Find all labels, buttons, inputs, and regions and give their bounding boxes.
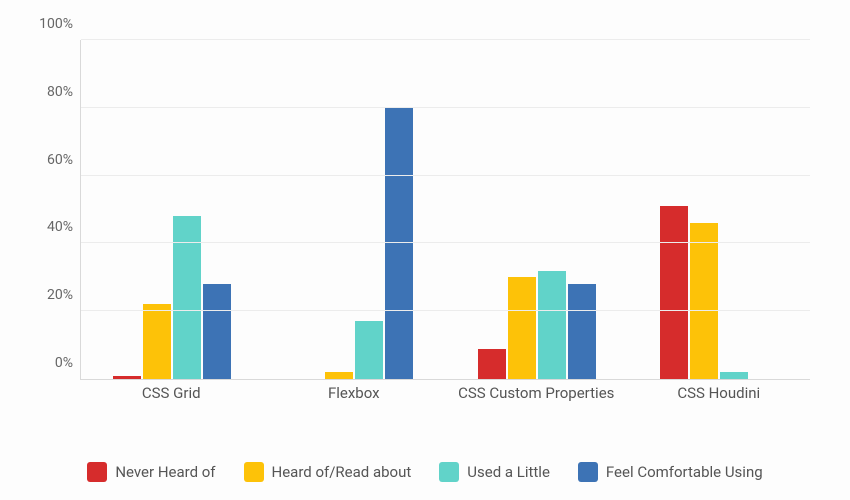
y-tick-label: 20% <box>29 287 73 303</box>
legend-item: Feel Comfortable Using <box>578 462 763 482</box>
bar <box>538 271 566 379</box>
bar <box>508 277 536 379</box>
bar <box>355 321 383 379</box>
bar <box>113 376 141 379</box>
bar-group <box>446 40 628 379</box>
bar <box>478 349 506 380</box>
gridline <box>81 242 810 243</box>
y-tick-label: 60% <box>29 152 73 168</box>
legend-swatch <box>578 462 598 482</box>
bar <box>385 108 413 379</box>
y-tick-label: 100% <box>29 16 73 32</box>
bar <box>660 206 688 379</box>
legend-item: Never Heard of <box>87 462 215 482</box>
y-tick-label: 40% <box>29 219 73 235</box>
bar-groups <box>81 40 810 379</box>
bar-group <box>263 40 445 379</box>
legend-label: Never Heard of <box>115 463 215 481</box>
legend-label: Used a Little <box>467 463 550 481</box>
gridline <box>81 175 810 176</box>
x-tick-label: CSS Custom Properties <box>445 384 628 403</box>
legend-swatch <box>87 462 107 482</box>
bar <box>325 372 353 379</box>
x-axis-labels: CSS GridFlexboxCSS Custom PropertiesCSS … <box>80 384 810 403</box>
gridline <box>81 310 810 311</box>
legend-swatch <box>244 462 264 482</box>
bar <box>203 284 231 379</box>
x-tick-label: CSS Houdini <box>628 384 811 403</box>
bar <box>143 304 171 379</box>
y-tick-label: 0% <box>29 355 73 371</box>
gridline <box>81 39 810 40</box>
bar <box>720 372 748 379</box>
bar <box>690 223 718 379</box>
legend-label: Heard of/Read about <box>272 463 412 481</box>
x-tick-label: Flexbox <box>263 384 446 403</box>
plot-area: 0%20%40%60%80%100% <box>80 40 810 380</box>
legend-label: Feel Comfortable Using <box>606 463 763 481</box>
x-tick-label: CSS Grid <box>80 384 263 403</box>
gridline <box>81 107 810 108</box>
legend: Never Heard of Heard of/Read about Used a … <box>0 462 850 482</box>
legend-item: Used a Little <box>439 462 550 482</box>
y-tick-label: 80% <box>29 84 73 100</box>
legend-swatch <box>439 462 459 482</box>
bar <box>568 284 596 379</box>
chart-container: 0%20%40%60%80%100% CSS GridFlexboxCSS Cu… <box>0 0 850 500</box>
legend-item: Heard of/Read about <box>244 462 412 482</box>
bar-group <box>628 40 810 379</box>
bar-group <box>81 40 263 379</box>
bar <box>173 216 201 379</box>
